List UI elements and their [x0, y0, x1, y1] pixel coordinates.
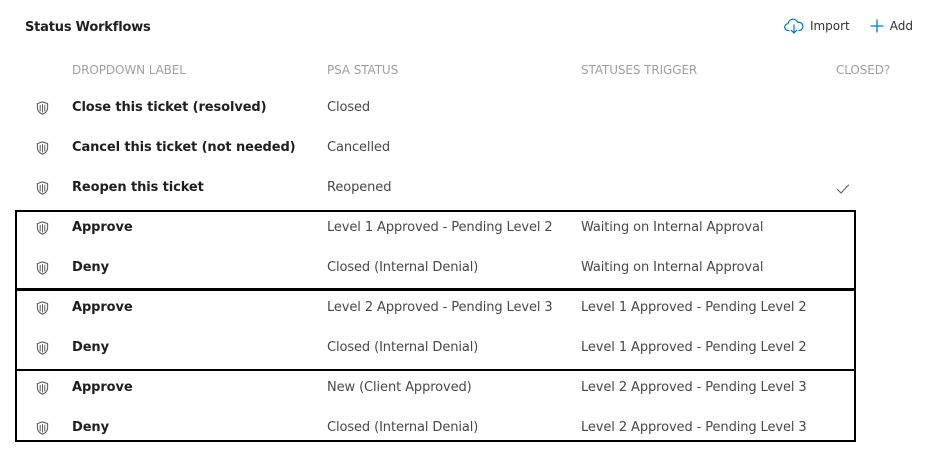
table-row[interactable]: Reopen this ticket Reopened: [0, 169, 941, 209]
row-dropdown-label: Approve: [72, 300, 133, 315]
shield-icon: [36, 141, 49, 155]
column-header-closed[interactable]: CLOSED?: [836, 63, 890, 77]
shield-icon: [36, 261, 49, 275]
column-header-statuses-trigger[interactable]: STATUSES TRIGGER: [581, 63, 697, 77]
row-statuses-trigger: Level 2 Approved - Pending Level 3: [581, 420, 807, 435]
row-dropdown-label: Approve: [72, 380, 133, 395]
checkmark-icon: [836, 182, 850, 196]
shield-icon: [36, 421, 49, 435]
row-psa-status: Level 2 Approved - Pending Level 3: [327, 300, 553, 315]
row-psa-status: New (Client Approved): [327, 380, 472, 395]
table-row[interactable]: Approve Level 2 Approved - Pending Level …: [0, 289, 941, 329]
plus-icon: [870, 19, 884, 33]
shield-icon: [36, 101, 49, 115]
shield-icon: [36, 301, 49, 315]
toolbar: Import Add: [784, 18, 913, 34]
page-title: Status Workflows: [25, 20, 151, 35]
table-row[interactable]: Approve Level 1 Approved - Pending Level …: [0, 209, 941, 249]
row-statuses-trigger: Level 1 Approved - Pending Level 2: [581, 300, 807, 315]
shield-icon: [36, 181, 49, 195]
table-row[interactable]: Deny Closed (Internal Denial) Level 2 Appr…: [0, 409, 941, 449]
add-label: Add: [889, 19, 913, 33]
table-row[interactable]: Close this ticket (resolved) Closed: [0, 89, 941, 129]
row-dropdown-label: Deny: [72, 260, 109, 275]
table-row[interactable]: Deny Closed (Internal Denial) Level 1 Appr…: [0, 329, 941, 369]
row-statuses-trigger: Level 1 Approved - Pending Level 2: [581, 340, 807, 355]
row-psa-status: Closed: [327, 100, 371, 115]
table-header: DROPDOWN LABEL PSA STATUS STATUSES TRIGG…: [0, 63, 941, 81]
table-row[interactable]: Cancel this ticket (not needed) Cancelled: [0, 129, 941, 169]
workflow-table: Close this ticket (resolved) Closed Cancel…: [0, 89, 941, 449]
row-psa-status: Cancelled: [327, 140, 391, 155]
row-statuses-trigger: Waiting on Internal Approval: [581, 220, 764, 235]
row-psa-status: Closed (Internal Denial): [327, 260, 479, 275]
import-label: Import: [809, 19, 850, 33]
table-row[interactable]: Approve New (Client Approved) Level 2 Appr…: [0, 369, 941, 409]
import-button[interactable]: Import: [784, 18, 850, 34]
row-psa-status: Closed (Internal Denial): [327, 420, 479, 435]
shield-icon: [36, 341, 49, 355]
cloud-download-icon: [784, 18, 804, 34]
row-dropdown-label: Deny: [72, 420, 109, 435]
shield-icon: [36, 381, 49, 395]
row-dropdown-label: Deny: [72, 340, 109, 355]
column-header-psa-status[interactable]: PSA STATUS: [327, 63, 398, 77]
row-dropdown-label: Close this ticket (resolved): [72, 100, 267, 115]
row-dropdown-label: Cancel this ticket (not needed): [72, 140, 296, 155]
shield-icon: [36, 221, 49, 235]
table-row[interactable]: Deny Closed (Internal Denial) Waiting on I…: [0, 249, 941, 289]
column-header-dropdown-label[interactable]: DROPDOWN LABEL: [72, 63, 186, 77]
row-statuses-trigger: Level 2 Approved - Pending Level 3: [581, 380, 807, 395]
row-psa-status: Level 1 Approved - Pending Level 2: [327, 220, 553, 235]
add-button[interactable]: Add: [870, 19, 913, 33]
row-psa-status: Closed (Internal Denial): [327, 340, 479, 355]
row-dropdown-label: Approve: [72, 220, 133, 235]
row-dropdown-label: Reopen this ticket: [72, 180, 204, 195]
row-statuses-trigger: Waiting on Internal Approval: [581, 260, 764, 275]
row-psa-status: Reopened: [327, 180, 392, 195]
